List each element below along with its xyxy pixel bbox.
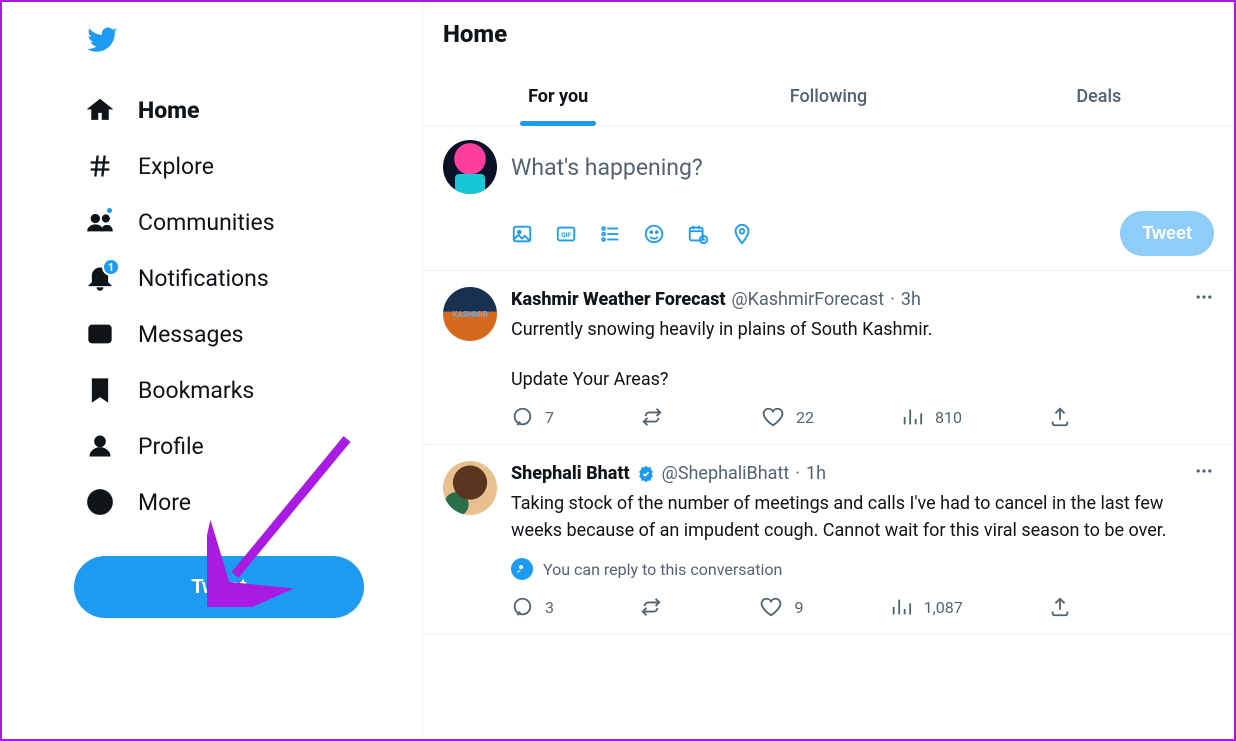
tweet-more-button[interactable] [1194,287,1214,312]
verified-badge-icon [636,464,656,484]
sidebar-item-notifications[interactable]: 1 Notifications [74,250,422,306]
bell-icon: 1 [86,264,114,292]
tweet-avatar[interactable] [443,461,497,515]
envelope-icon [86,320,114,348]
sidebar: Home Explore Communities 1 Notifications… [2,2,422,739]
tweet-timestamp[interactable]: 1h [806,463,826,484]
timeline-tabs: For you Following Deals [423,68,1234,126]
sidebar-item-home[interactable]: Home [74,82,422,138]
tweet-composer: What's happening? GIF Tweet [423,126,1234,271]
reply-button[interactable]: 3 [511,596,554,618]
share-button[interactable] [1049,596,1071,618]
user-avatar[interactable] [443,140,497,194]
emoji-icon[interactable] [643,223,665,245]
twitter-logo-icon[interactable] [74,12,130,68]
compose-tweet-button[interactable]: Tweet [1120,211,1214,256]
reply-restriction-banner: You can reply to this conversation [511,558,1214,580]
tweet: Shephali Bhatt @ShephaliBhatt · 1h Takin… [423,445,1234,635]
tweet-author-name[interactable]: Kashmir Weather Forecast [511,289,726,310]
sidebar-item-profile[interactable]: Profile [74,418,422,474]
tweet-more-button[interactable] [1194,461,1214,486]
reply-button[interactable]: 7 [511,406,554,428]
sidebar-item-label: Profile [138,433,204,460]
people-follow-icon [511,558,533,580]
person-icon [86,432,114,460]
tweet-text: Update Your Areas? [511,369,1214,390]
tweet-author-handle[interactable]: @KashmirForecast [732,289,885,310]
notification-badge: 1 [102,258,120,276]
sidebar-item-more[interactable]: More [74,474,422,530]
tweet-text: Currently snowing heavily in plains of S… [511,316,1214,343]
home-icon [86,96,114,124]
page-title: Home [423,2,1234,68]
like-button[interactable]: 22 [762,406,814,428]
tweet-text: Taking stock of the number of meetings a… [511,490,1214,544]
sidebar-item-messages[interactable]: Messages [74,306,422,362]
tweet-timestamp[interactable]: 3h [901,289,921,310]
tab-following[interactable]: Following [693,68,963,125]
sidebar-item-label: Bookmarks [138,377,254,404]
schedule-icon[interactable] [687,223,709,245]
svg-text:GIF: GIF [561,230,571,238]
tweet: KASHMIR Kashmir Weather Forecast @Kashmi… [423,271,1234,445]
poll-icon[interactable] [599,223,621,245]
main-column: Home For you Following Deals What's happ… [422,2,1234,739]
tweet-author-handle[interactable]: @ShephaliBhatt [662,463,790,484]
tweet-button[interactable]: Tweet [74,556,364,618]
tab-deals[interactable]: Deals [964,68,1234,125]
sidebar-item-label: Messages [138,321,244,348]
sidebar-item-label: Notifications [138,265,269,292]
sidebar-item-explore[interactable]: Explore [74,138,422,194]
sidebar-item-label: Communities [138,209,275,236]
sidebar-item-label: More [138,489,191,516]
views-button[interactable]: 1,087 [890,596,963,618]
primary-nav: Home Explore Communities 1 Notifications… [74,82,422,530]
tweet-author-name[interactable]: Shephali Bhatt [511,463,630,484]
more-circle-icon [86,488,114,516]
tweet-avatar[interactable]: KASHMIR [443,287,497,341]
sidebar-item-communities[interactable]: Communities [74,194,422,250]
image-icon[interactable] [511,223,533,245]
sidebar-item-bookmarks[interactable]: Bookmarks [74,362,422,418]
tab-for-you[interactable]: For you [423,68,693,125]
location-icon[interactable] [731,223,753,245]
sidebar-item-label: Explore [138,153,214,180]
gif-icon[interactable]: GIF [555,223,577,245]
retweet-button[interactable] [641,406,675,428]
views-button[interactable]: 810 [901,406,962,428]
like-button[interactable]: 9 [760,596,803,618]
retweet-button[interactable] [640,596,674,618]
people-icon [86,208,114,236]
sidebar-item-label: Home [138,97,200,124]
hashtag-icon [86,152,114,180]
share-button[interactable] [1049,406,1071,428]
compose-input[interactable]: What's happening? [511,140,1214,211]
bookmark-icon [86,376,114,404]
